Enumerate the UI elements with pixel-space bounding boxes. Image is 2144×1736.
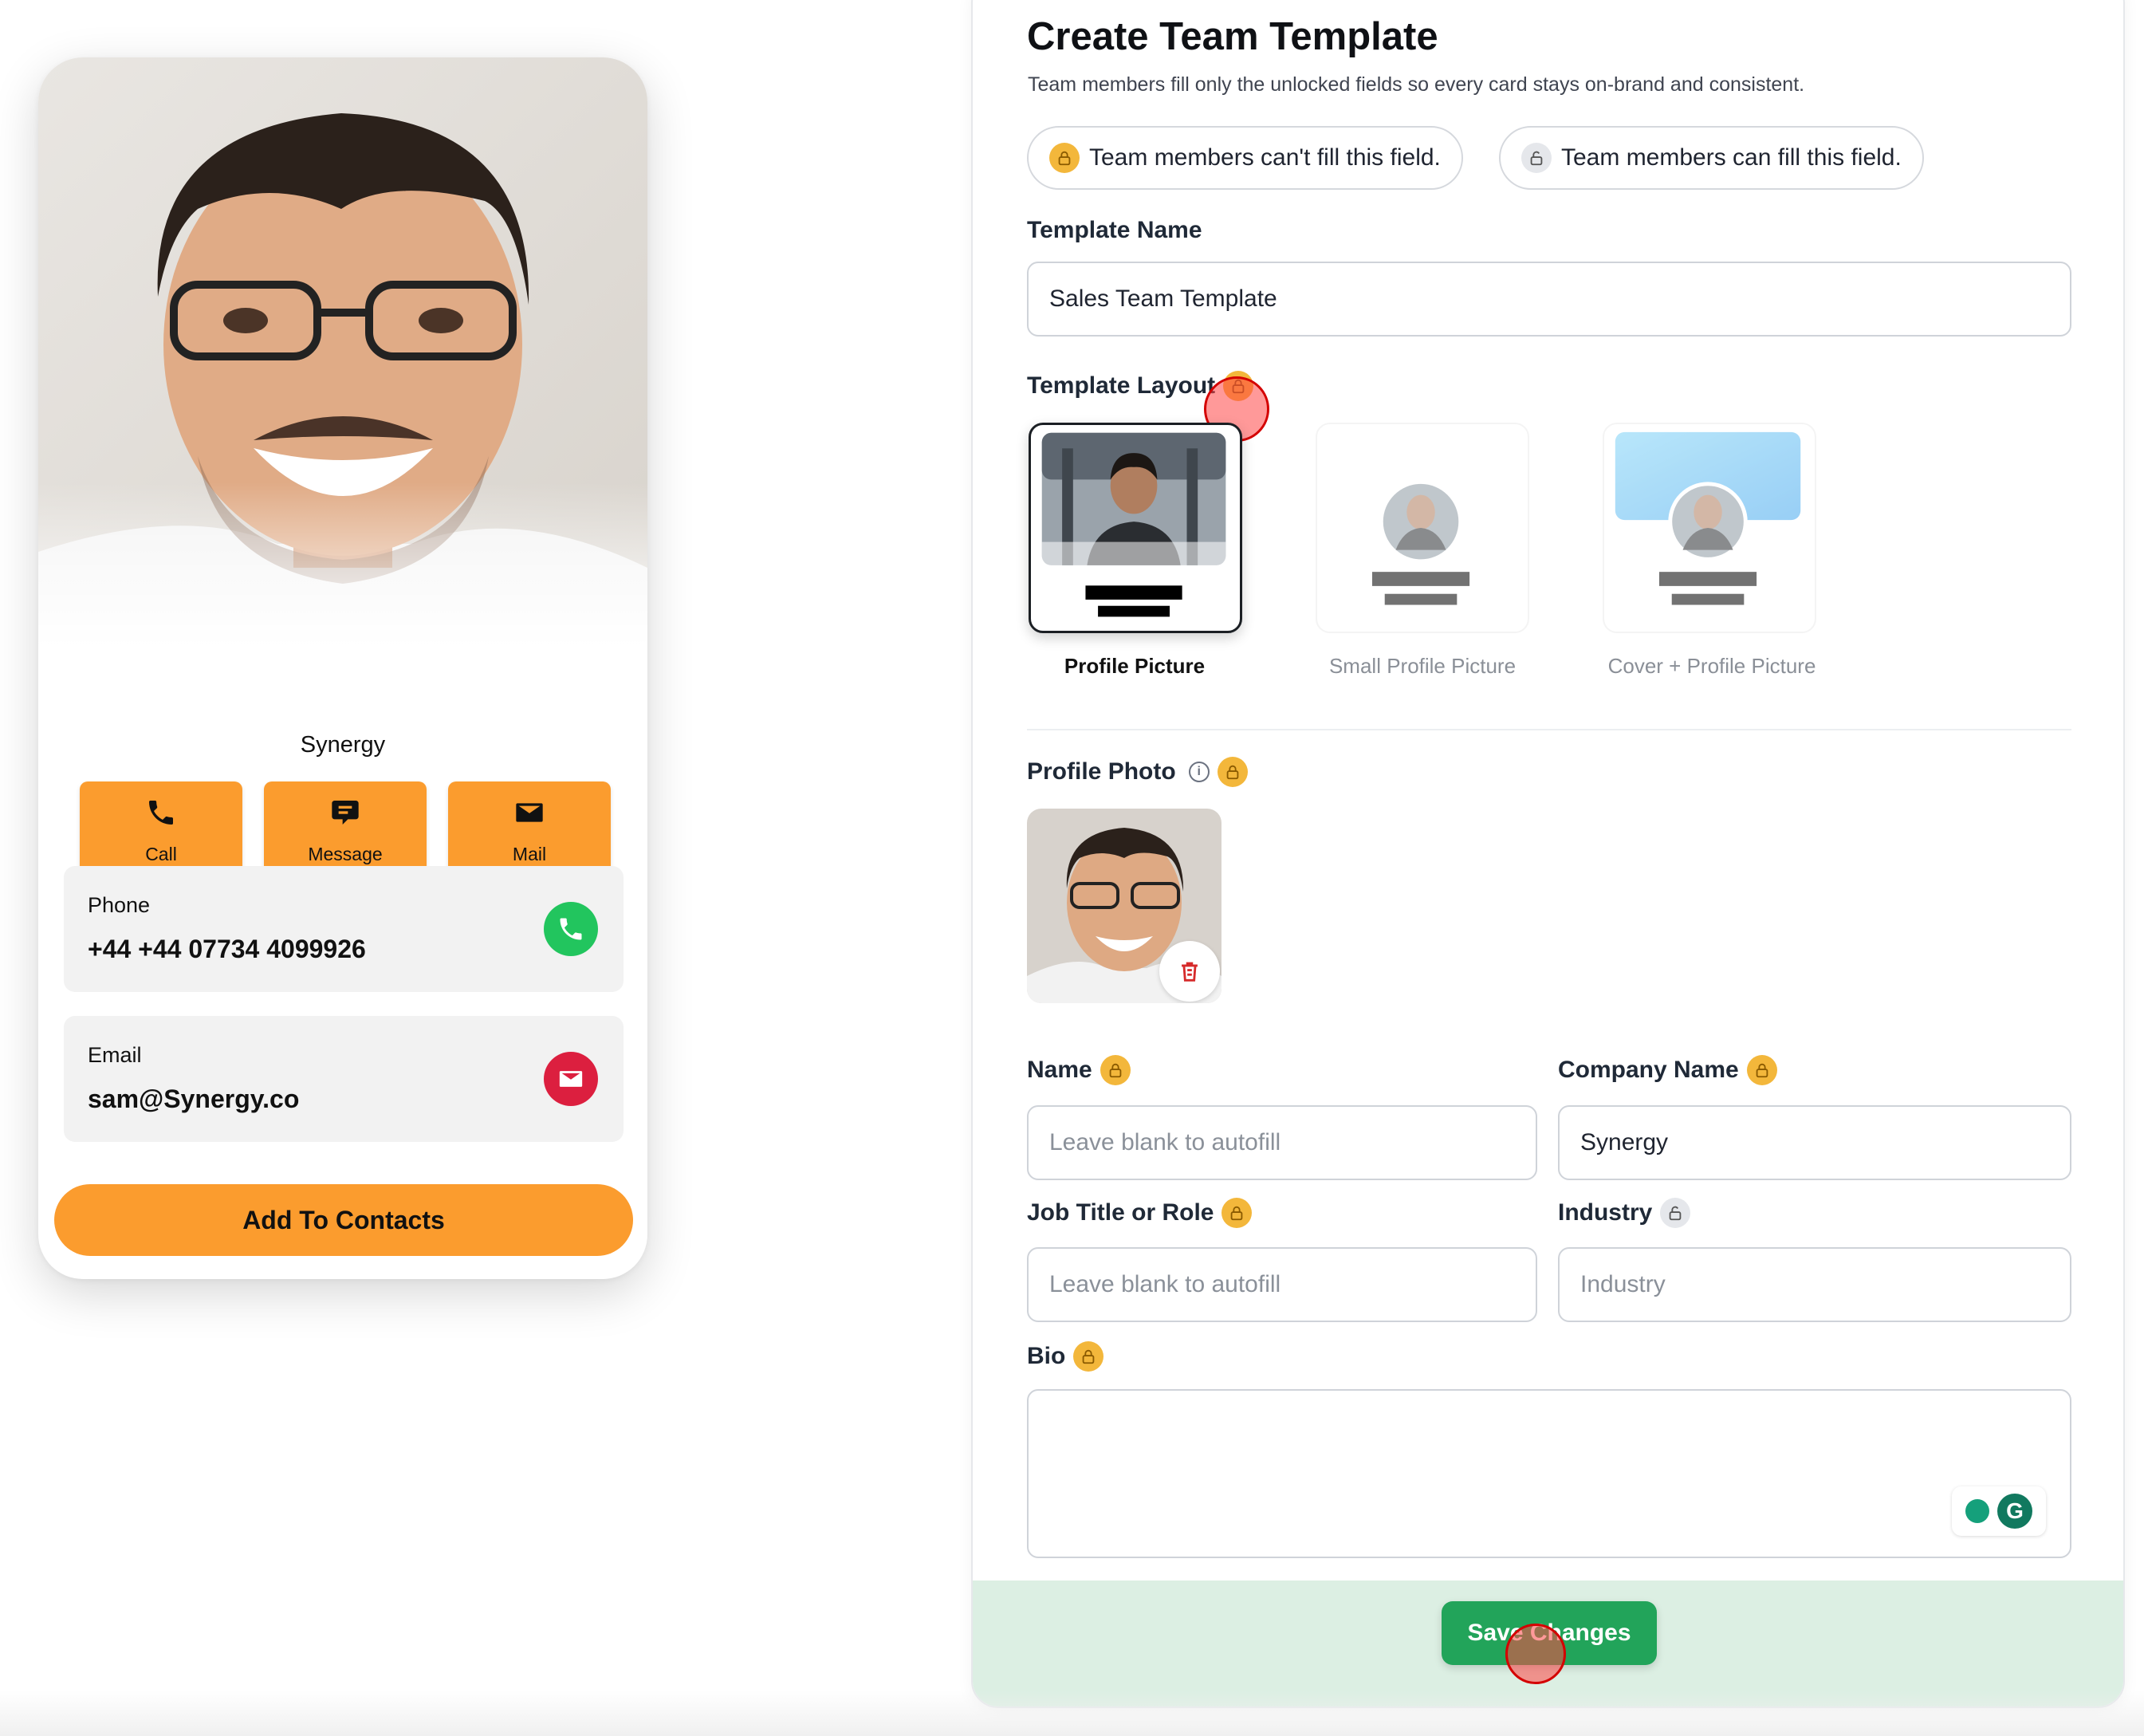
template-name-label: Template Name xyxy=(1027,217,1202,244)
call-label: Call xyxy=(145,844,177,864)
info-icon[interactable]: i xyxy=(1188,762,1210,782)
name-label: Name xyxy=(1027,1055,1131,1085)
name-input[interactable] xyxy=(1027,1105,1537,1180)
industry-label: Industry xyxy=(1558,1198,1691,1228)
profile-photo-label: Profile Photo i xyxy=(1027,757,1248,787)
page-subtitle: Team members fill only the unlocked fiel… xyxy=(1028,73,1805,96)
page-title: Create Team Template xyxy=(1027,15,1438,58)
profile-photo-lock-icon[interactable] xyxy=(1217,757,1248,787)
phone-label: Phone xyxy=(88,893,151,917)
template-layout-label-text: Template Layout xyxy=(1027,372,1216,399)
bio-label-text: Bio xyxy=(1027,1343,1066,1369)
layout-option-cover-profile-picture[interactable] xyxy=(1603,423,1816,633)
phone-call-icon[interactable] xyxy=(544,902,598,956)
layout-caption-profile-picture: Profile Picture xyxy=(1064,654,1206,678)
template-name-label-text: Template Name xyxy=(1027,217,1202,243)
industry-unlock-icon[interactable] xyxy=(1660,1198,1691,1228)
phone-info-card: Phone +44 +44 07734 4099926 xyxy=(64,866,624,992)
company-name-input[interactable] xyxy=(1558,1105,2071,1180)
layout-caption-cover-profile-picture: Cover + Profile Picture xyxy=(1607,654,1816,678)
company-name-text: Synergy xyxy=(300,732,386,758)
save-changes-button[interactable]: Save Changes xyxy=(1442,1601,1657,1665)
template-layout-lock-icon[interactable] xyxy=(1223,371,1254,401)
layout-caption-small-profile-picture: Small Profile Picture xyxy=(1328,654,1517,678)
email-info-card: Email sam@Synergy.co xyxy=(64,1016,624,1142)
job-title-label-text: Job Title or Role xyxy=(1027,1199,1214,1226)
layout-thumbnail-small-profile-picture xyxy=(1371,483,1470,605)
trash-icon xyxy=(1182,962,1198,982)
layout-thumbnail-profile-picture xyxy=(1041,432,1226,617)
mail-label: Mail xyxy=(512,844,547,864)
profile-photo-preview xyxy=(38,57,647,648)
profile-photo-thumbnail xyxy=(1027,809,1221,1003)
bio-textarea[interactable] xyxy=(1027,1389,2071,1558)
card-preview: Synergy Call Message Mail Phone +44 +44 … xyxy=(38,57,647,1279)
layout-option-small-profile-picture[interactable] xyxy=(1316,423,1529,633)
email-value: sam@Synergy.co xyxy=(88,1085,300,1113)
legend-locked-text: Team members can't fill this field. xyxy=(1089,144,1441,171)
bio-lock-icon[interactable] xyxy=(1073,1341,1104,1372)
layout-thumbnail-cover-profile-picture xyxy=(1615,431,1801,605)
unlock-icon xyxy=(1521,143,1552,173)
phone-icon xyxy=(145,797,177,833)
industry-label-text: Industry xyxy=(1558,1199,1653,1226)
bottom-edge-fade xyxy=(0,1691,2144,1736)
company-name-label-text: Company Name xyxy=(1558,1057,1739,1083)
legend-locked: Team members can't fill this field. xyxy=(1027,126,1463,190)
lightbulb-icon xyxy=(1965,1499,1989,1523)
job-title-lock-icon[interactable] xyxy=(1221,1198,1253,1228)
phone-value: +44 +44 07734 4099926 xyxy=(88,935,366,963)
job-title-label: Job Title or Role xyxy=(1027,1198,1253,1228)
grammarly-icon: G xyxy=(1997,1494,2032,1529)
industry-input[interactable] xyxy=(1558,1247,2071,1322)
company-name-label: Company Name xyxy=(1558,1055,1777,1085)
grammarly-widget[interactable]: G xyxy=(1952,1486,2046,1536)
layout-option-profile-picture[interactable] xyxy=(1029,423,1242,633)
add-to-contacts-button[interactable]: Add To Contacts xyxy=(54,1184,633,1256)
message-icon xyxy=(329,797,361,833)
delete-photo-button[interactable] xyxy=(1159,941,1220,1002)
profile-photo-label-text: Profile Photo xyxy=(1027,758,1176,785)
section-divider xyxy=(1027,729,2071,730)
template-name-input[interactable] xyxy=(1027,262,2071,337)
bio-label: Bio xyxy=(1027,1341,1104,1372)
template-layout-label: Template Layout xyxy=(1027,371,1254,401)
mail-icon xyxy=(513,797,545,833)
email-send-icon[interactable] xyxy=(544,1052,598,1106)
template-form-panel: Create Team Template Team members fill o… xyxy=(971,0,2125,1708)
legend-unlocked: Team members can fill this field. xyxy=(1499,126,1924,190)
job-title-input[interactable] xyxy=(1027,1247,1537,1322)
lock-icon xyxy=(1049,143,1080,173)
email-label: Email xyxy=(88,1043,142,1067)
name-label-text: Name xyxy=(1027,1057,1092,1083)
message-label: Message xyxy=(308,844,383,864)
legend-unlocked-text: Team members can fill this field. xyxy=(1561,144,1902,171)
name-lock-icon[interactable] xyxy=(1100,1055,1131,1085)
company-name-lock-icon[interactable] xyxy=(1746,1055,1777,1085)
